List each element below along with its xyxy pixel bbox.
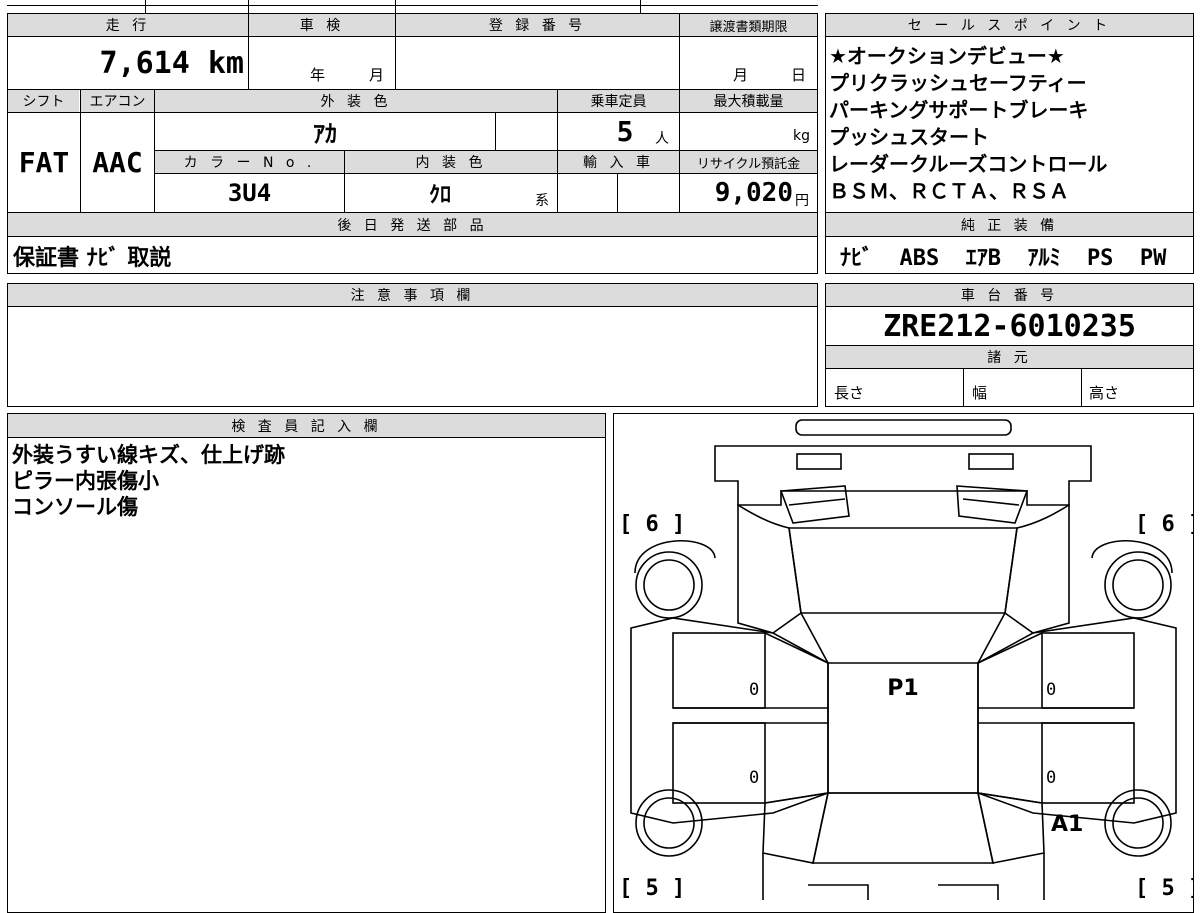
shaken-year-unit: 年	[310, 66, 326, 84]
inspector-note: コンソール傷	[12, 495, 138, 519]
windshield	[788, 527, 1018, 614]
front-bumper	[795, 419, 1012, 436]
exterior-color-header: 外 装 色	[155, 90, 557, 112]
left-front-wheel	[635, 551, 703, 619]
sales-points-list: ★オークションデビュー★ プリクラッシュセーフティー パーキングサポートブレーキ…	[829, 43, 1107, 205]
ac-header: エアコン	[81, 90, 154, 112]
mileage-value: 7,614 km	[99, 45, 245, 81]
tag-rear-left: [ 5 ]	[619, 876, 685, 900]
oem-equipment-value: ﾅﾋﾞ ABS ｴｱB ｱﾙﾐ PS PW	[840, 246, 1167, 271]
import-header: 輸 入 車	[558, 151, 679, 173]
spec-length-label: 長さ	[834, 384, 865, 402]
inspector-notes: 外装うすい線キズ、仕上げ跡 ピラー内張傷小 コンソール傷	[12, 442, 285, 520]
right-rear-door-mark: 0	[1046, 768, 1056, 788]
spec-width-label: 幅	[972, 384, 988, 402]
oem-equipment-header: 純 正 装 備	[826, 213, 1193, 236]
recycle-unit: 円	[795, 193, 809, 209]
roof-mark: P1	[887, 676, 918, 701]
left-headlight	[796, 453, 842, 470]
tag-rear-right: [ 5 ]	[1135, 876, 1194, 900]
inspector-header: 検 査 員 記 入 欄	[8, 414, 605, 437]
caution-header: 注 意 事 項 欄	[8, 284, 817, 306]
left-rear-door	[672, 722, 766, 804]
right-headlight	[968, 453, 1014, 470]
right-rear-door	[1041, 722, 1135, 804]
inspector-note: ピラー内張傷小	[12, 469, 159, 493]
interior-color-suffix: 系	[535, 193, 549, 209]
capacity-value: 5	[616, 115, 634, 148]
transfer-deadline-header: 譲渡書類期限	[680, 14, 817, 36]
inspector-note: 外装うすい線キズ、仕上げ跡	[12, 443, 285, 467]
left-rear-quarter	[762, 792, 830, 864]
rear-window	[812, 792, 994, 864]
front-panel	[714, 445, 1092, 506]
exterior-color-value: ｱｶ	[313, 120, 337, 148]
capacity-unit: 人	[655, 131, 669, 147]
sales-point-item: プッシュスタート	[829, 125, 989, 149]
rear-bumper	[762, 853, 1045, 900]
rear-right-mark: A1	[1051, 812, 1083, 837]
max-load-unit: kg	[793, 128, 810, 144]
shaken-header: 車 検	[249, 14, 395, 36]
left-fender-front	[737, 503, 802, 634]
interior-color-header: 内 装 色	[345, 151, 557, 173]
transfer-day-unit: 日	[791, 66, 807, 84]
sales-point-item: プリクラッシュセーフティー	[829, 71, 1087, 95]
shift-header: シフト	[8, 90, 79, 112]
sales-point-item: パーキングサポートブレーキ	[829, 98, 1089, 122]
recycle-value: 9,020	[714, 178, 793, 208]
interior-color-value: ｸﾛ	[428, 183, 451, 208]
right-fender-front	[1004, 503, 1070, 634]
color-no-value: 3U4	[227, 179, 272, 207]
tag-front-left: [ 6 ]	[619, 512, 685, 537]
sales-point-item: レーダークルーズコントロール	[829, 152, 1108, 176]
right-rear-wheel	[1104, 789, 1172, 857]
capacity-header: 乗車定員	[558, 90, 679, 112]
car-diagram: [ 6 ] [ 6 ] [ 5 ] [ 5 ] P1 A1 0 0 0 0	[619, 419, 1194, 900]
color-no-header: カ ラ ー N o .	[155, 151, 344, 173]
left-rear-wheel	[635, 789, 703, 857]
mileage-header: 走 行	[8, 14, 248, 36]
chassis-number: ZRE212-6010235	[883, 308, 1136, 344]
left-front-door-mark: 0	[749, 680, 759, 700]
spec-height-label: 高さ	[1089, 384, 1120, 402]
max-load-header: 最大積載量	[680, 90, 817, 112]
right-front-door-mark: 0	[1046, 680, 1056, 700]
chassis-header: 車 台 番 号	[826, 284, 1193, 306]
transfer-month-unit: 月	[733, 66, 749, 84]
sales-point-item: ＢＳＭ、ＲＣＴＡ、ＲＳＡ	[829, 179, 1069, 203]
right-front-wheel	[1104, 551, 1172, 619]
shift-value: FAT	[18, 146, 70, 179]
later-parts-value: 保証書 ﾅﾋﾞ 取説	[13, 246, 172, 271]
sales-point-item: ★オークションデビュー★	[829, 44, 1065, 68]
tag-front-right: [ 6 ]	[1135, 512, 1194, 537]
right-rear-quarter	[976, 792, 1045, 864]
specs-header: 諸 元	[826, 346, 1193, 368]
shaken-month-unit: 月	[369, 66, 385, 84]
sales-points-header: セ ー ル ス ポ イ ン ト	[826, 14, 1193, 36]
left-rear-door-mark: 0	[749, 768, 759, 788]
recycle-header: リサイクル預託金	[680, 151, 817, 173]
later-parts-header: 後 日 発 送 部 品	[8, 213, 817, 236]
registration-header: 登 録 番 号	[396, 14, 679, 36]
ac-value: AAC	[92, 146, 143, 179]
